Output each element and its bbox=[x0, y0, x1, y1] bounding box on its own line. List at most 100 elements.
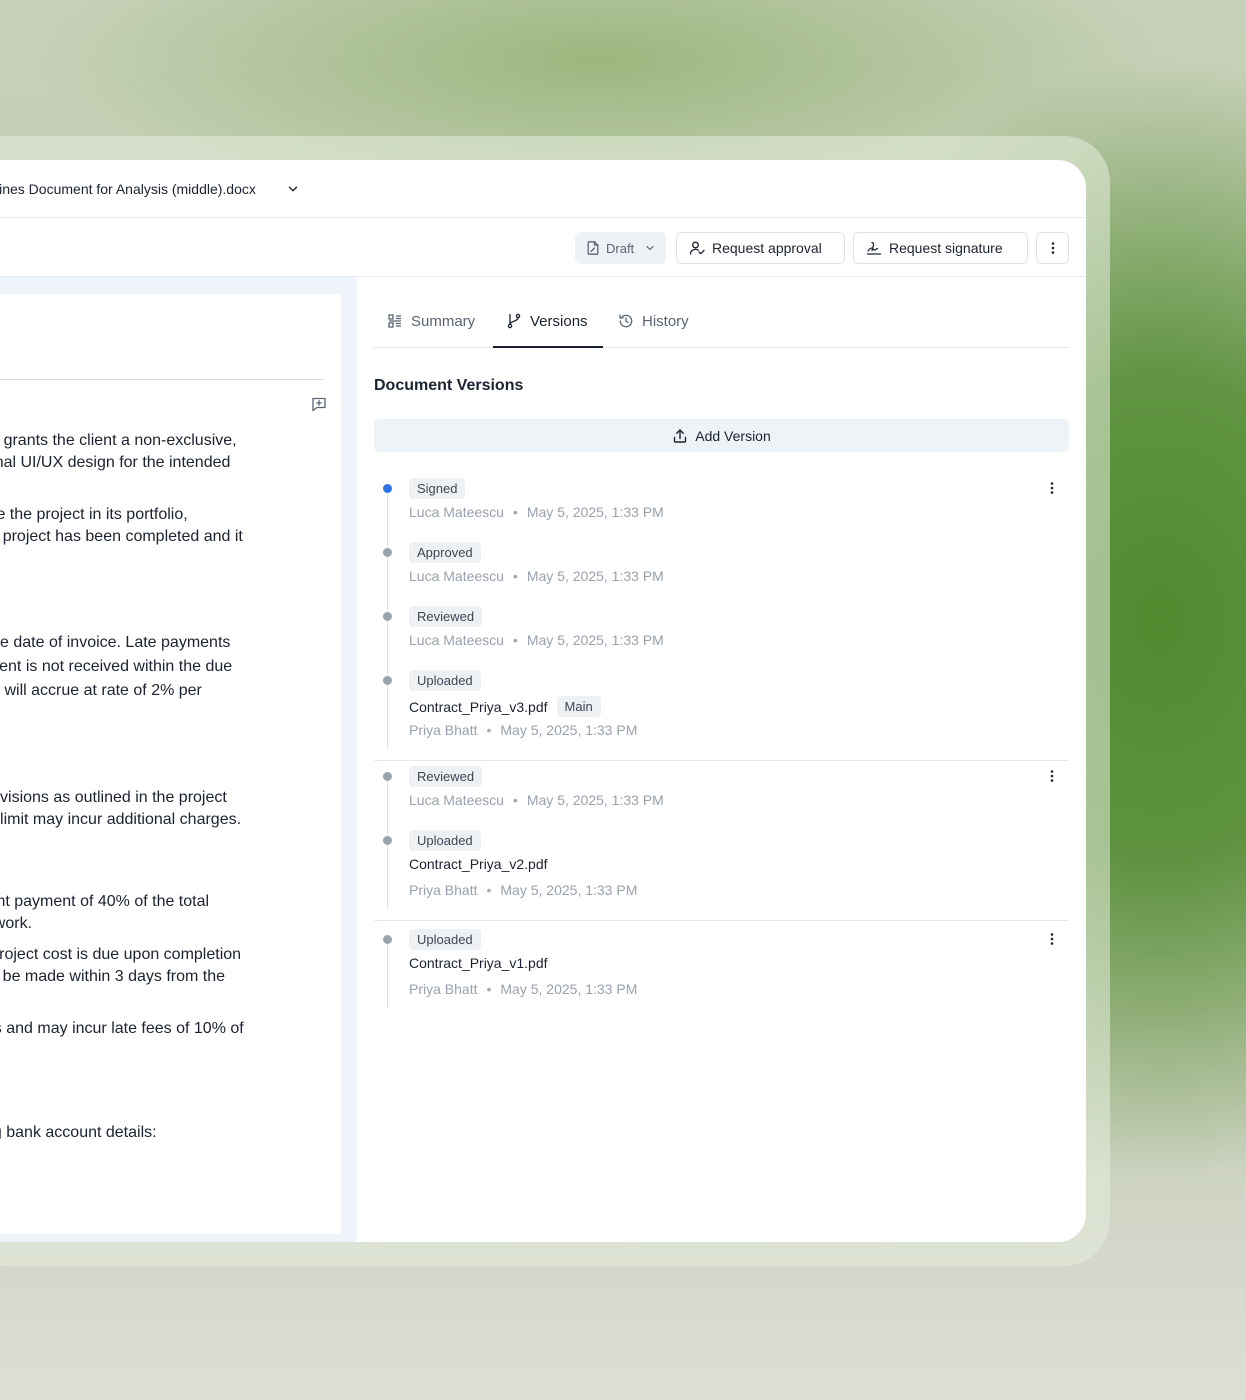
document-toolbar: Draft Request approval Request signature bbox=[0, 218, 1086, 277]
timeline-line bbox=[387, 937, 388, 1008]
version-user: Luca Mateescu bbox=[409, 504, 504, 520]
version-meta: Luca Mateescu • May 5, 2025, 1:33 PM bbox=[409, 504, 664, 520]
version-meta: Priya Bhatt • May 5, 2025, 1:33 PM bbox=[409, 722, 637, 738]
version-meta: Luca Mateescu • May 5, 2025, 1:33 PM bbox=[409, 632, 664, 648]
tab-summary[interactable]: Summary bbox=[387, 311, 475, 331]
version-date: May 5, 2025, 1:33 PM bbox=[500, 882, 638, 898]
status-badge: Signed bbox=[409, 478, 466, 499]
document-page[interactable]: hater grants the client a non-exclusive,… bbox=[0, 294, 341, 1234]
file-draft-icon bbox=[587, 241, 599, 255]
app-window: lines Document for Analysis (middle).doc… bbox=[0, 160, 1086, 1242]
document-line-text: terest will accrue at rate of 2% per bbox=[0, 682, 202, 699]
user-check-icon bbox=[689, 241, 705, 255]
version-user: Luca Mateescu bbox=[409, 568, 504, 584]
main-version-tag: Main bbox=[556, 696, 601, 717]
timeline-dot bbox=[383, 676, 392, 685]
chevron-down-icon bbox=[646, 245, 654, 251]
more-options-button[interactable] bbox=[1036, 232, 1069, 264]
signature-icon bbox=[866, 241, 882, 255]
tab-versions-label: Versions bbox=[530, 312, 588, 330]
request-signature-label: Request signature bbox=[889, 240, 1003, 256]
version-file-name[interactable]: Contract_Priya_v2.pdf bbox=[409, 856, 548, 872]
upload-icon bbox=[674, 428, 687, 443]
version-file-name[interactable]: Contract_Priya_v1.pdf bbox=[409, 955, 548, 971]
document-line: sign work. bbox=[0, 913, 32, 935]
add-version-label: Add Version bbox=[695, 427, 771, 444]
request-approval-label: Request approval bbox=[712, 240, 822, 256]
title-bar: lines Document for Analysis (middle).doc… bbox=[0, 160, 1086, 218]
more-vertical-icon bbox=[1051, 242, 1054, 254]
version-more-icon[interactable] bbox=[1044, 480, 1060, 496]
document-line: hater grants the client a non-exclusive, bbox=[0, 430, 237, 452]
document-line-text: elines and may incur late fees of 10% of bbox=[0, 1020, 244, 1037]
document-line: om the date of invoice. Late payments bbox=[0, 632, 230, 654]
history-icon bbox=[619, 314, 633, 328]
tab-history-label: History bbox=[642, 312, 689, 330]
document-line-text: upfront payment of 40% of the total bbox=[0, 893, 210, 910]
version-more-icon[interactable] bbox=[1044, 768, 1060, 784]
tab-history[interactable]: History bbox=[618, 311, 689, 331]
status-label: Draft bbox=[606, 240, 635, 256]
versions-title: Document Versions bbox=[374, 377, 524, 394]
document-line: the final UI/UX design for the intended bbox=[0, 452, 230, 474]
chevron-down-icon[interactable] bbox=[286, 182, 300, 196]
timeline-dot bbox=[383, 484, 392, 493]
meta-separator: • bbox=[512, 504, 518, 520]
status-dropdown[interactable]: Draft bbox=[575, 232, 666, 264]
file-name-text: Contract_Priya_v3.pdf bbox=[409, 698, 548, 715]
branch-icon bbox=[507, 313, 521, 329]
version-more-icon[interactable] bbox=[1044, 931, 1060, 947]
document-line: terest will accrue at rate of 2% per bbox=[0, 680, 202, 702]
status-badge: Approved bbox=[409, 542, 481, 563]
version-group: Signed Luca Mateescu • May 5, 2025, 1:33 PM… bbox=[374, 478, 1069, 761]
document-title[interactable]: lines Document for Analysis (middle).doc… bbox=[0, 181, 256, 197]
document-line-text: otal project cost is due upon completion bbox=[0, 946, 242, 963]
document-line: elines and may incur late fees of 10% of bbox=[0, 1018, 244, 1040]
version-user: Priya Bhatt bbox=[409, 722, 478, 738]
version-user: Luca Mateescu bbox=[409, 792, 504, 808]
document-line-text: wcase the project in its portfolio, bbox=[0, 506, 188, 523]
request-approval-button[interactable]: Request approval bbox=[676, 232, 845, 264]
version-user: Priya Bhatt bbox=[409, 981, 478, 997]
document-line: wcase the project in its portfolio, bbox=[0, 504, 188, 526]
document-line-text: R the project has been completed and it bbox=[0, 528, 243, 545]
meta-separator: • bbox=[512, 792, 518, 808]
version-meta: Priya Bhatt • May 5, 2025, 1:33 PM bbox=[409, 981, 637, 997]
version-file-name[interactable]: Contract_Priya_v3.pdf Main bbox=[409, 696, 601, 717]
document-line-text: grants the client a non-exclusive, bbox=[0, 432, 237, 449]
document-line: ign revisions as outlined in the project bbox=[0, 787, 227, 809]
active-tab-indicator bbox=[493, 346, 603, 348]
document-line: upfront payment of 40% of the total bbox=[0, 891, 209, 913]
document-line: t is to be made within 3 days from the bbox=[0, 966, 225, 988]
add-comment-icon[interactable] bbox=[311, 396, 327, 412]
side-panel: Summary Versions History Document Versio… bbox=[357, 277, 1086, 1242]
timeline-dot bbox=[383, 935, 392, 944]
version-date: May 5, 2025, 1:33 PM bbox=[526, 568, 664, 584]
tab-summary-label: Summary bbox=[411, 312, 476, 330]
version-date: May 5, 2025, 1:33 PM bbox=[526, 632, 664, 648]
tab-versions[interactable]: Versions bbox=[506, 311, 588, 331]
document-line: upon limit may incur additional charges. bbox=[0, 809, 241, 831]
version-group: Reviewed Luca Mateescu • May 5, 2025, 1:33 … bbox=[374, 766, 1069, 921]
file-name-text: Contract_Priya_v1.pdf bbox=[409, 955, 548, 971]
version-user: Priya Bhatt bbox=[409, 882, 478, 898]
status-badge: Uploaded bbox=[409, 929, 481, 950]
version-group: Uploaded Contract_Priya_v1.pdf Priya Bhatt… bbox=[374, 929, 1069, 1020]
version-date: May 5, 2025, 1:33 PM bbox=[526, 792, 664, 808]
document-line-text: owing bank account details: bbox=[0, 1124, 157, 1141]
document-line-text: payment is not received within the due bbox=[0, 658, 233, 675]
version-date: May 5, 2025, 1:33 PM bbox=[526, 504, 664, 520]
timeline-dot bbox=[383, 548, 392, 557]
document-line-text: om the date of invoice. Late payments bbox=[0, 634, 231, 651]
document-line: owing bank account details: bbox=[0, 1122, 157, 1144]
document-line-text: sign work. bbox=[0, 915, 33, 932]
document-divider bbox=[0, 379, 324, 380]
summary-icon bbox=[388, 314, 401, 328]
version-meta: Luca Mateescu • May 5, 2025, 1:33 PM bbox=[409, 568, 664, 584]
document-line: payment is not received within the due bbox=[0, 656, 232, 678]
meta-separator: • bbox=[486, 981, 492, 997]
status-badge: Uploaded bbox=[409, 670, 481, 691]
add-version-button[interactable]: Add Version bbox=[374, 419, 1069, 452]
request-signature-button[interactable]: Request signature bbox=[853, 232, 1028, 264]
document-line-text: upon limit may incur additional charges. bbox=[0, 811, 242, 828]
